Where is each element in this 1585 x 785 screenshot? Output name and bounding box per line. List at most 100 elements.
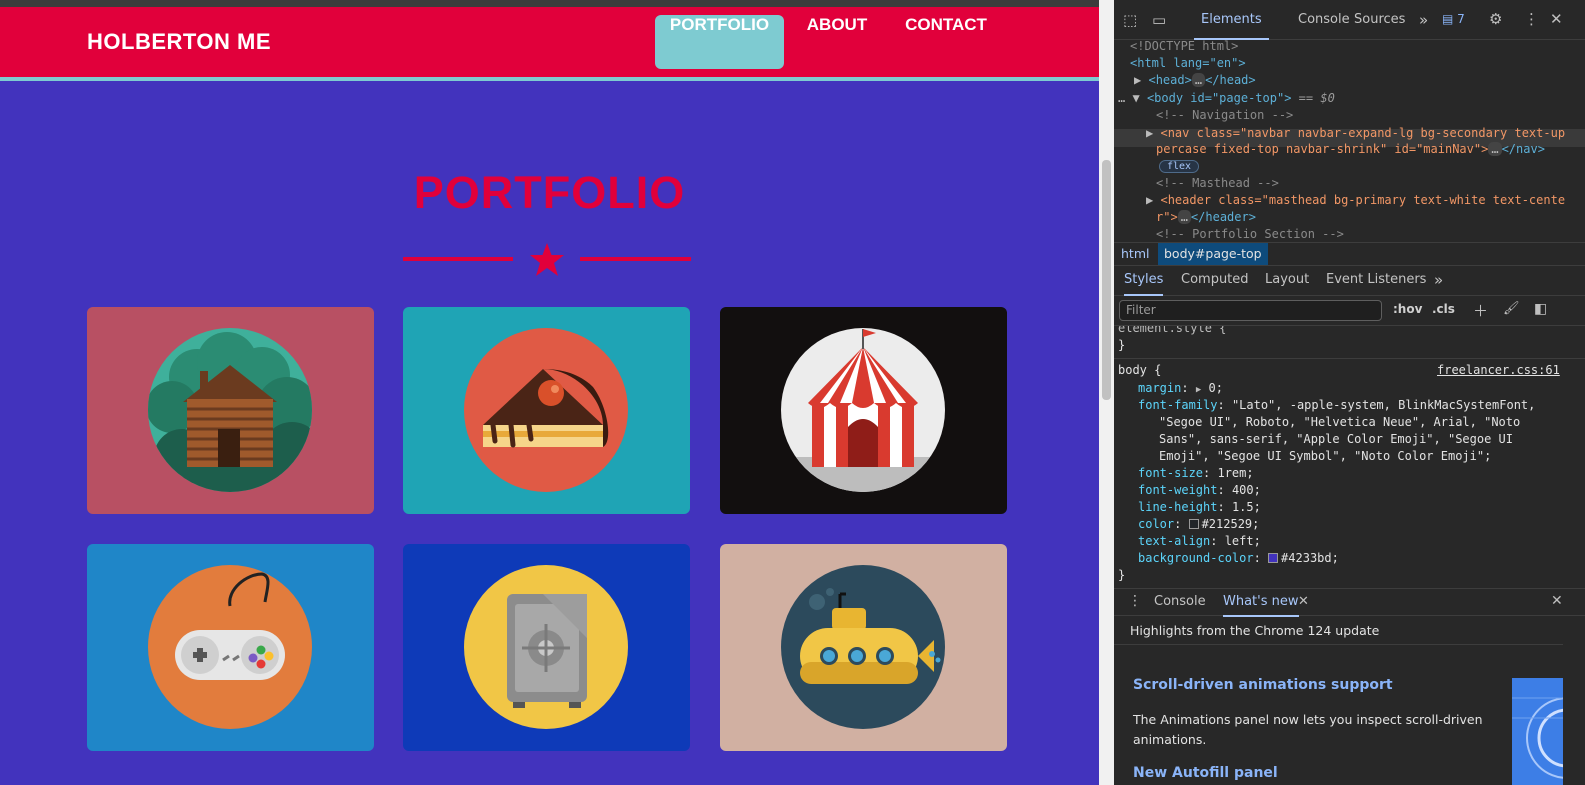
drawer-tab-console[interactable]: Console	[1154, 589, 1206, 617]
close-drawer-icon[interactable]: ✕	[1551, 593, 1563, 609]
collapsed-ellipsis-icon[interactable]: …	[1191, 73, 1206, 87]
page-scrollbar-thumb[interactable]	[1102, 160, 1111, 400]
dom-header-row[interactable]: ▶ <header class="masthead bg-primary tex…	[1146, 193, 1565, 207]
dom-nav-row-cont[interactable]: percase fixed-top navbar-shrink" id="mai…	[1156, 142, 1545, 156]
class-toggle[interactable]: .cls	[1432, 302, 1455, 316]
collapse-arrow-icon[interactable]: ▼	[1132, 91, 1139, 105]
drawer-divider	[1114, 644, 1563, 645]
add-rule-icon[interactable]: ＋	[1473, 300, 1488, 321]
bg-color-swatch[interactable]	[1268, 553, 1279, 563]
close-tab-icon[interactable]: ✕	[1298, 594, 1309, 609]
decl-font-size[interactable]: font-size: 1rem;	[1138, 466, 1254, 480]
decl-margin[interactable]: margin: ▶ 0;	[1138, 381, 1223, 395]
portfolio-item-circus[interactable]	[720, 307, 1007, 514]
decl-line-height[interactable]: line-height: 1.5;	[1138, 500, 1261, 514]
dom-nav-close: </nav>	[1501, 142, 1545, 156]
rule-element-style[interactable]: element.style {	[1118, 326, 1226, 335]
drawer-scrollbar[interactable]	[1563, 616, 1585, 785]
breadcrumb-html[interactable]: html	[1121, 246, 1149, 261]
issues-count: 7	[1457, 12, 1465, 26]
dom-comment-nav[interactable]: <!-- Navigation -->	[1156, 108, 1293, 122]
val-font-family-2: "Segoe UI", Roboto, "Helvetica Neue", Ar…	[1159, 415, 1521, 429]
styles-filter-input[interactable]: Filter	[1119, 300, 1382, 321]
val-font-family-1: "Lato", -apple-system, BlinkMacSystemFon…	[1231, 398, 1536, 412]
cake-icon	[464, 328, 628, 492]
expand-arrow-icon[interactable]: ▶	[1134, 73, 1141, 87]
collapsed-ellipsis-icon[interactable]: …	[1177, 210, 1191, 224]
section-heading: PORTFOLIO	[413, 167, 686, 218]
brand-link[interactable]: HOLBERTON ME	[87, 29, 271, 55]
tab-computed[interactable]: Computed	[1181, 266, 1249, 296]
tab-sources[interactable]: Sources	[1354, 0, 1405, 40]
decl-font-weight[interactable]: font-weight: 400;	[1138, 483, 1261, 497]
expand-arrow-icon[interactable]: ▶	[1146, 126, 1153, 140]
kebab-menu-icon[interactable]: ⋮	[1524, 10, 1539, 28]
dom-header-row-cont[interactable]: r">… </header>	[1156, 210, 1256, 224]
game-controller-icon	[148, 565, 312, 729]
decl-text-align[interactable]: text-align: left;	[1138, 534, 1261, 548]
collapsed-ellipsis-icon[interactable]: …	[1488, 142, 1502, 156]
decl-color[interactable]: color: #212529;	[1138, 517, 1259, 531]
tab-event-listeners[interactable]: Event Listeners	[1326, 266, 1426, 296]
hover-state-toggle[interactable]: :hov	[1393, 302, 1422, 316]
dom-head-open: <head>	[1148, 73, 1192, 87]
expand-arrow-icon[interactable]: ▶	[1146, 193, 1153, 207]
drawer-tabbar: ⋮ Console What's new ✕ ✕	[1114, 588, 1585, 617]
color-swatch[interactable]	[1188, 519, 1199, 529]
tab-layout[interactable]: Layout	[1265, 266, 1309, 296]
nav-portfolio[interactable]: PORTFOLIO	[655, 15, 784, 69]
nav-accent-line	[0, 77, 1099, 81]
breadcrumb-body[interactable]: body#page-top	[1158, 243, 1268, 265]
whats-new-item2-title[interactable]: New Autofill panel	[1133, 765, 1278, 781]
rule-source-link[interactable]: freelancer.css:61	[1437, 363, 1560, 377]
sidebar-toggle-icon[interactable]: ◧	[1534, 301, 1547, 317]
close-devtools-icon[interactable]: ✕	[1550, 10, 1563, 28]
whats-new-thumbnail	[1512, 678, 1563, 785]
dom-comment-masthead[interactable]: <!-- Masthead -->	[1156, 176, 1279, 190]
drawer-menu-icon[interactable]: ⋮	[1128, 593, 1142, 609]
portfolio-item-cake[interactable]	[403, 307, 690, 514]
devtools-scroll-arrows[interactable]	[1565, 40, 1573, 240]
page-viewport: HOLBERTON ME PORTFOLIO ABOUT CONTACT POR…	[0, 0, 1099, 785]
feature-thumbnail-icon	[1512, 697, 1563, 779]
portfolio-item-submarine[interactable]	[720, 544, 1007, 751]
dom-body-row[interactable]: … ▼ <body id="page-top"> == $0	[1118, 91, 1335, 105]
drawer-tab-whats-new[interactable]: What's new	[1223, 589, 1299, 617]
row-menu-icon[interactable]: …	[1118, 91, 1125, 105]
nav-about[interactable]: ABOUT	[793, 15, 881, 69]
dom-head-row[interactable]: ▶ <head>… </head>	[1134, 73, 1256, 87]
prop-background-color: background-color	[1138, 551, 1254, 565]
portfolio-item-game[interactable]	[87, 544, 374, 751]
tab-console[interactable]: Console	[1298, 0, 1350, 40]
dom-head-close: </head>	[1205, 73, 1256, 87]
decl-background-color[interactable]: background-color: #4233bd;	[1138, 551, 1339, 565]
nav-contact[interactable]: CONTACT	[892, 15, 1000, 69]
whats-new-item1-title[interactable]: Scroll-driven animations support	[1133, 677, 1393, 693]
tab-elements[interactable]: Elements	[1194, 0, 1269, 40]
rule-close: }	[1118, 338, 1126, 352]
more-style-tabs-icon[interactable]: »	[1434, 266, 1443, 296]
decl-font-family[interactable]: font-family: "Lato", -apple-system, Blin…	[1138, 398, 1535, 412]
portfolio-item-cabin[interactable]	[87, 307, 374, 514]
more-tabs-icon[interactable]: »	[1419, 0, 1428, 40]
rule-body-selector[interactable]: body {	[1118, 363, 1161, 377]
inspect-element-icon[interactable]: ⬚	[1123, 11, 1137, 29]
tab-styles[interactable]: Styles	[1124, 266, 1164, 296]
breadcrumb: html body#page-top	[1114, 242, 1585, 266]
paint-brush-icon[interactable]: 🖌	[1503, 301, 1520, 316]
divider-line-left	[403, 257, 513, 261]
expand-shorthand-icon[interactable]: ▶	[1196, 385, 1201, 395]
top-strip	[0, 0, 1099, 7]
dom-html-open[interactable]: <html lang="en">	[1130, 56, 1246, 70]
dom-comment-portfolio[interactable]: <!-- Portfolio Section -->	[1156, 227, 1344, 240]
dom-nav-row[interactable]: ▶ <nav class="navbar navbar-expand-lg bg…	[1146, 126, 1565, 140]
dom-flex-badge[interactable]: flex	[1159, 160, 1200, 173]
portfolio-item-safe[interactable]	[403, 544, 690, 751]
issues-badge-icon[interactable]: ▤ 7	[1442, 12, 1465, 26]
whats-new-highlights: Highlights from the Chrome 124 update	[1130, 623, 1380, 638]
device-toggle-icon[interactable]: ▭	[1152, 11, 1166, 29]
prop-text-align: text-align	[1138, 534, 1211, 548]
page-scrollbar[interactable]	[1099, 0, 1114, 785]
settings-gear-icon[interactable]: ⚙	[1489, 10, 1502, 28]
dom-doctype[interactable]: <!DOCTYPE html>	[1130, 40, 1238, 53]
